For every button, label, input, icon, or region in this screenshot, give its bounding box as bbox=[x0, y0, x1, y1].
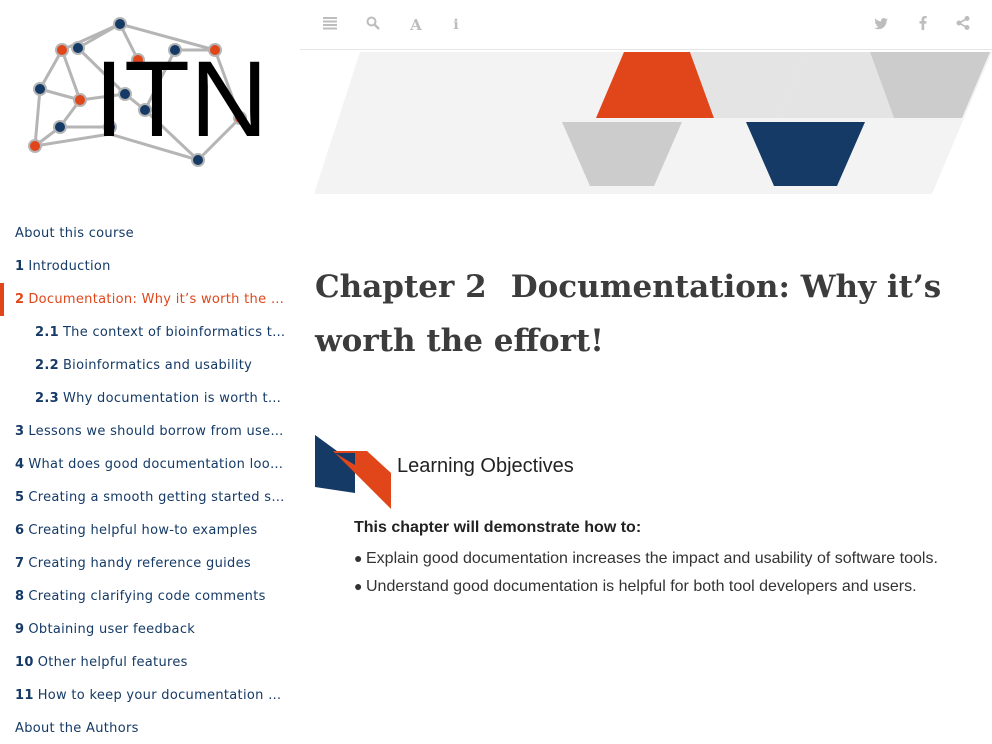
toc-item-number: 10 bbox=[15, 655, 34, 670]
toc-item[interactable]: 5 Creating a smooth getting started secti… bbox=[0, 481, 300, 514]
chapter-number: Chapter 2 bbox=[315, 269, 487, 305]
toc-item[interactable]: 9 Obtaining user feedback bbox=[0, 613, 300, 646]
toc-item-number: 1 bbox=[15, 259, 25, 274]
logo-text: ITN bbox=[94, 38, 268, 159]
menu-icon[interactable] bbox=[320, 15, 340, 35]
objectives-list: ● Explain good documentation increases th… bbox=[354, 545, 954, 601]
toc-item[interactable]: 2.1 The context of bioinformatics tools bbox=[0, 316, 300, 349]
search-icon[interactable] bbox=[363, 15, 383, 35]
objectives-intro: This chapter will demonstrate how to: bbox=[354, 519, 642, 536]
toc-item-number: 6 bbox=[15, 523, 25, 538]
toc-item[interactable]: 2.2 Bioinformatics and usability bbox=[0, 349, 300, 382]
main-content: Chapter 2 Documentation: Why it’s worth t… bbox=[315, 260, 985, 368]
toc-item-number: 5 bbox=[15, 490, 25, 505]
objective-item: ● Explain good documentation increases th… bbox=[354, 545, 954, 572]
toc-item-label: Obtaining user feedback bbox=[28, 622, 196, 637]
toc-item-label: How to keep your documentation up to dat… bbox=[37, 688, 300, 703]
toc-item-label: Lessons we should borrow from user desig… bbox=[28, 424, 300, 439]
toc-item-number: 9 bbox=[15, 622, 25, 637]
sidebar: ITN About this course 1 Introduction 2 Docum… bbox=[0, 0, 300, 744]
toc-item-label: Other helpful features bbox=[37, 655, 188, 670]
toc-item-number: 2 bbox=[15, 292, 25, 307]
toc-item-number: 3 bbox=[15, 424, 25, 439]
toc-item[interactable]: 2 Documentation: Why it’s worth the effor… bbox=[0, 283, 300, 316]
toc-item-number: 11 bbox=[15, 688, 34, 703]
toc-item[interactable]: About the Authors bbox=[0, 712, 300, 744]
share-icon[interactable] bbox=[953, 15, 973, 35]
objectives-icon bbox=[315, 435, 391, 509]
toc-item[interactable]: 1 Introduction bbox=[0, 250, 300, 283]
toc-item-label: Creating a smooth getting started sectio… bbox=[28, 490, 300, 505]
bullet-icon: ● bbox=[354, 578, 363, 594]
objective-item: ● Understand good documentation is helpfu… bbox=[354, 573, 954, 600]
toc-item-number: 7 bbox=[15, 556, 25, 571]
info-icon[interactable]: i bbox=[446, 15, 466, 35]
toc-item[interactable]: About this course bbox=[0, 217, 300, 250]
toc-item-label: About the Authors bbox=[15, 721, 139, 736]
objective-text: Explain good documentation increases the… bbox=[366, 550, 938, 567]
toc-item-label: Documentation: Why it’s worth the effort… bbox=[28, 292, 300, 307]
itn-logo[interactable]: ITN bbox=[20, 14, 280, 174]
twitter-icon[interactable] bbox=[871, 15, 891, 35]
toc-item[interactable]: 8 Creating clarifying code comments bbox=[0, 580, 300, 613]
bullet-icon: ● bbox=[354, 550, 363, 566]
toc-item[interactable]: 11How to keep your documentation up to d… bbox=[0, 679, 300, 712]
toc-item[interactable]: 3 Lessons we should borrow from user desi… bbox=[0, 415, 300, 448]
toc-item-number: 2.3 bbox=[35, 391, 59, 406]
toc-item-label: About this course bbox=[15, 226, 134, 241]
objectives-heading: Learning Objectives bbox=[397, 455, 574, 477]
toolbar: A i bbox=[300, 0, 992, 50]
toc-item-number: 4 bbox=[15, 457, 25, 472]
toc-item-number: 2.2 bbox=[35, 358, 59, 373]
toc-item-label: The context of bioinformatics tools bbox=[62, 325, 300, 340]
toc-item-label: Bioinformatics and usability bbox=[62, 358, 253, 373]
toc-item[interactable]: 6 Creating helpful how-to examples bbox=[0, 514, 300, 547]
toc-item[interactable]: 10 Other helpful features bbox=[0, 646, 300, 679]
toc-item-number: 8 bbox=[15, 589, 25, 604]
chapter-banner bbox=[314, 52, 992, 194]
toc-item-label: What does good documentation look like? bbox=[28, 457, 300, 472]
toc-item-label: Creating clarifying code comments bbox=[28, 589, 266, 604]
toc-item-label: Introduction bbox=[28, 259, 111, 274]
toc-item[interactable]: 7 Creating handy reference guides bbox=[0, 547, 300, 580]
toc-item-label: Why documentation is worth the effort bbox=[62, 391, 300, 406]
toc-item-label: Creating handy reference guides bbox=[28, 556, 251, 571]
facebook-icon[interactable] bbox=[913, 15, 933, 35]
toc-item-label: Creating helpful how-to examples bbox=[28, 523, 258, 538]
toc-item-number: 2.1 bbox=[35, 325, 59, 340]
toc-item[interactable]: 4 What does good documentation look like? bbox=[0, 448, 300, 481]
objective-text: Understand good documentation is helpful… bbox=[366, 578, 917, 595]
table-of-contents: About this course 1 Introduction 2 Documenta… bbox=[0, 217, 300, 744]
font-icon[interactable]: A bbox=[406, 15, 426, 35]
chapter-title: Chapter 2 Documentation: Why it’s worth t… bbox=[315, 260, 985, 368]
toc-item[interactable]: 2.3Why documentation is worth the effort bbox=[0, 382, 300, 415]
